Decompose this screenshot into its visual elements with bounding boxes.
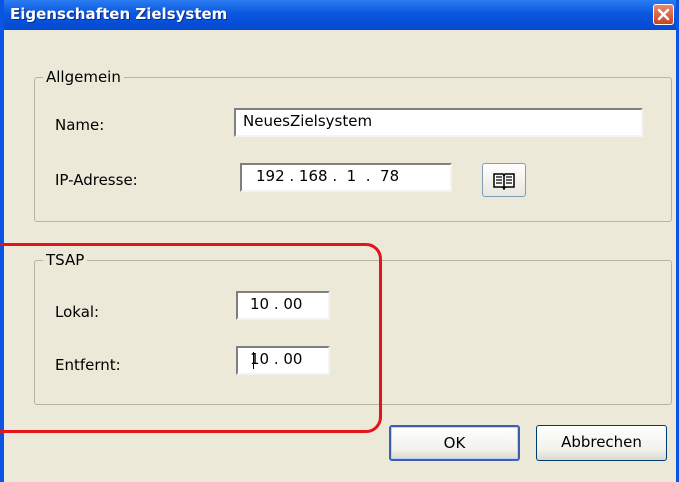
name-label: Name: (55, 116, 105, 134)
dialog-window: Eigenschaften Zielsystem Allgemein Name:… (0, 0, 679, 482)
entfernt-label: Entfernt: (55, 356, 121, 374)
name-input[interactable]: NeuesZielsystem (234, 108, 643, 137)
close-button[interactable] (653, 4, 674, 25)
ok-button[interactable]: OK (389, 425, 520, 461)
browse-button[interactable] (482, 163, 526, 197)
ip-address-input[interactable]: 192 . 168 . 1 . 78 (240, 163, 452, 192)
allgemein-group: Allgemein (34, 68, 672, 222)
open-book-icon (493, 173, 515, 190)
ip-address-label: IP-Adresse: (55, 171, 138, 189)
cancel-button[interactable]: Abbrechen (536, 425, 667, 461)
tsap-legend: TSAP (43, 251, 88, 269)
title-bar[interactable]: Eigenschaften Zielsystem (4, 0, 676, 30)
entfernt-input[interactable]: 10 . 00 (236, 346, 330, 375)
lokal-input[interactable]: 10 . 00 (236, 291, 330, 320)
close-icon (657, 8, 670, 21)
tsap-group: TSAP (34, 251, 672, 405)
lokal-label: Lokal: (55, 303, 100, 321)
allgemein-legend: Allgemein (43, 68, 124, 86)
window-title: Eigenschaften Zielsystem (10, 5, 228, 23)
text-caret (253, 352, 254, 369)
